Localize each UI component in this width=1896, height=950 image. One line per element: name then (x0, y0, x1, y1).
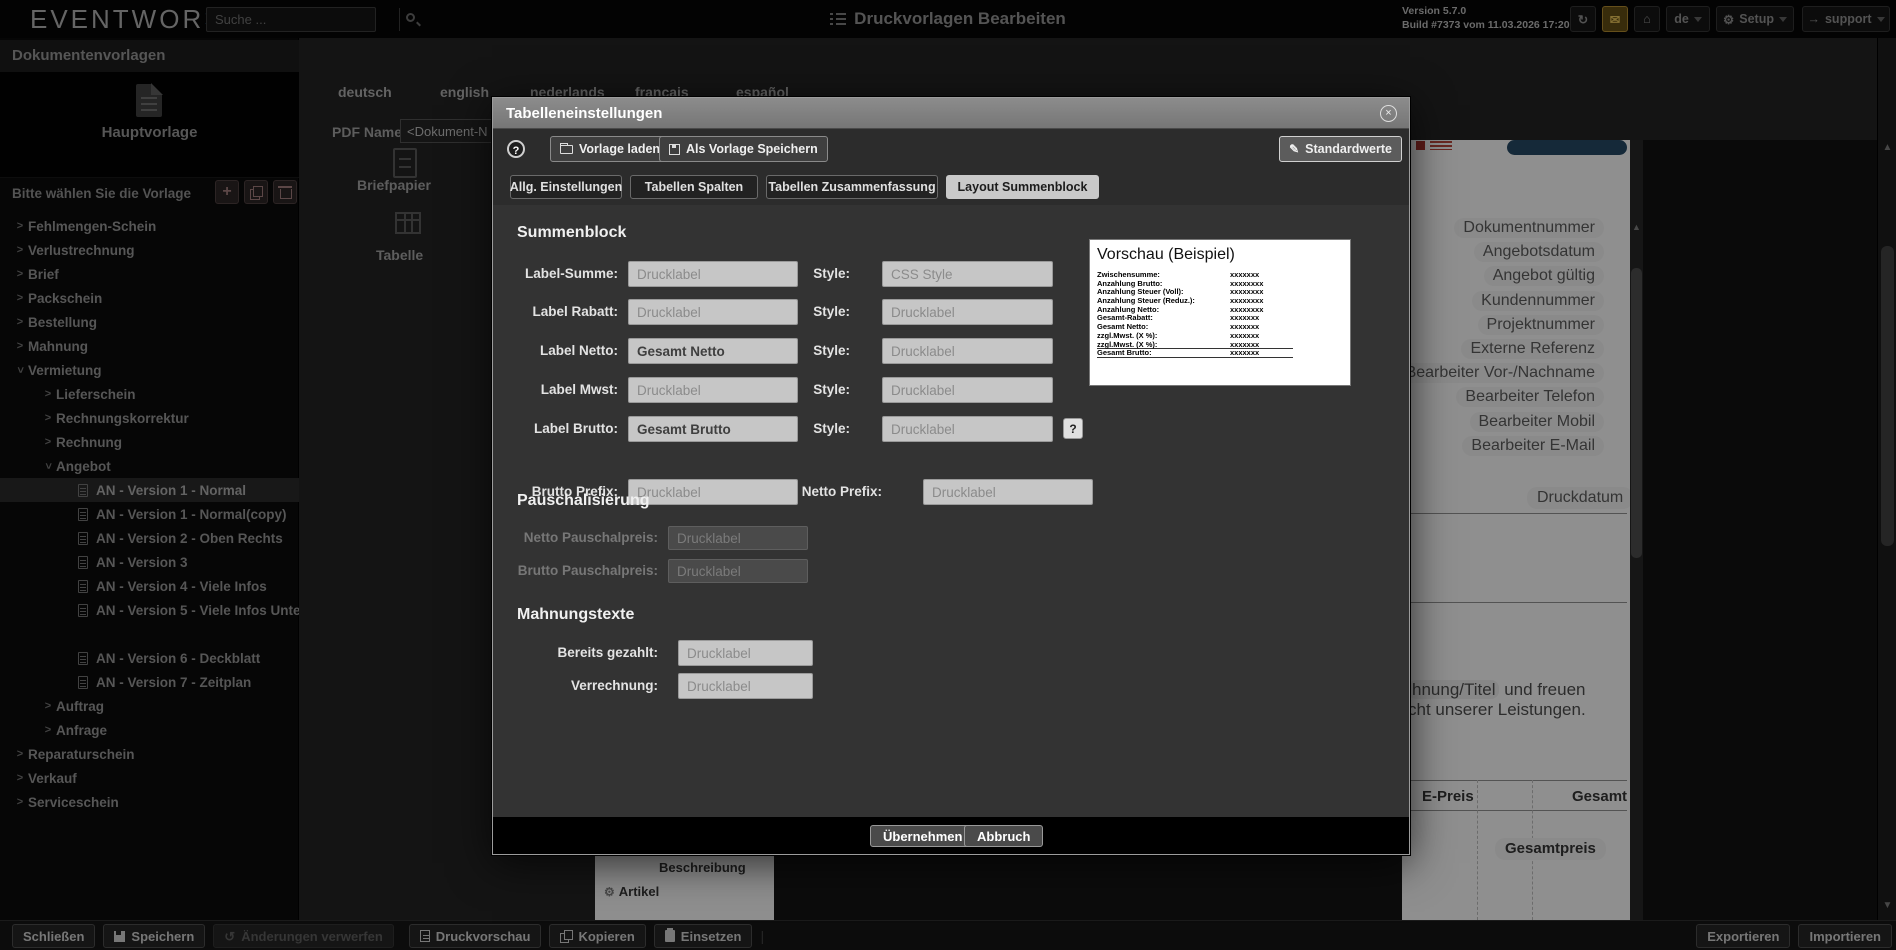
field-label: Verrechnung: (493, 678, 658, 693)
preview-row-label: Anzahlung Brutto: (1097, 279, 1162, 288)
label-rabatt-input[interactable] (628, 299, 798, 325)
preview-row-label: Gesamt Brutto: (1097, 348, 1152, 357)
preview-row-value: xxxxxxx (1230, 349, 1259, 358)
floppy-icon (669, 144, 680, 155)
brutto-prefix-input[interactable] (628, 479, 798, 505)
summenblock-heading: Summenblock (517, 224, 626, 242)
preview-row-label: Anzahlung Steuer (Reduz.): (1097, 296, 1195, 305)
style-input[interactable] (882, 299, 1053, 325)
netto-prefix-input[interactable] (923, 479, 1093, 505)
preview-row: Gesamt Brutto: xxxxxxx (1097, 349, 1293, 358)
app-root: EVENTWOR× Druckvorlagen Bearbeiten Versi… (0, 0, 1896, 950)
field-label: Label Netto: (493, 343, 618, 358)
label-brutto-input[interactable] (628, 416, 798, 442)
style-label: Style: (793, 266, 850, 281)
preview-row-label: Anzahlung Netto: (1097, 305, 1159, 314)
verrechnung-input[interactable] (678, 673, 813, 699)
style-help-button[interactable]: ? (1063, 418, 1083, 439)
preview-row-label: zzgl.Mwst. (X %): (1097, 340, 1157, 349)
summenblock-preview: Vorschau (Beispiel) Zwischensumme: xxxxxx… (1089, 239, 1351, 386)
tab-layout-summenblock[interactable]: Layout Summenblock (946, 175, 1099, 199)
folder-open-icon (560, 145, 573, 154)
label-netto-input[interactable] (628, 338, 798, 364)
brush-icon: ✎ (1289, 142, 1299, 156)
tab-tabellen-spalten[interactable]: Tabellen Spalten (630, 175, 758, 199)
preview-row-label: Gesamt-Rabatt: (1097, 313, 1153, 322)
bereits-gezahlt-input[interactable] (678, 640, 813, 666)
field-label: Label-Summe: (493, 266, 618, 281)
brutto-pauschalpreis-input (668, 559, 808, 583)
tab-tabellen-zusammenfassung[interactable]: Tabellen Zusammenfassung (766, 175, 938, 199)
preview-row-label: Zwischensumme: (1097, 270, 1160, 279)
pauschalisierung-heading: Pauschalisierung (517, 492, 650, 510)
preview-row-label: zzgl.Mwst. (X %): (1097, 331, 1157, 340)
preview-row-label: Gesamt Netto: (1097, 322, 1148, 331)
style-input[interactable] (882, 261, 1053, 287)
label-summe-input[interactable] (628, 261, 798, 287)
preview-title: Vorschau (Beispiel) (1097, 246, 1235, 264)
style-input[interactable] (882, 377, 1053, 403)
tab-allg-einstellungen[interactable]: Allg. Einstellungen (510, 175, 622, 199)
field-label-disabled: Brutto Pauschalpreis: (493, 563, 658, 578)
abbruch-button[interactable]: Abbruch (964, 825, 1043, 847)
style-input[interactable] (882, 416, 1053, 442)
dialog-titlebar[interactable]: Tabelleneinstellungen × (493, 98, 1409, 129)
field-label: Label Rabatt: (493, 304, 618, 319)
help-icon[interactable]: ? (507, 140, 525, 158)
field-label: Label Brutto: (493, 421, 618, 436)
style-input[interactable] (882, 338, 1053, 364)
mahnungstexte-heading: Mahnungstexte (517, 606, 634, 624)
vorlage-laden-label: Vorlage laden... (579, 142, 670, 156)
preview-rows: Zwischensumme:xxxxxxxAnzahlung Brutto:xx… (1097, 271, 1293, 358)
dialog-title: Tabelleneinstellungen (506, 98, 662, 129)
als-vorlage-speichern-button[interactable]: Als Vorlage Speichern (659, 136, 828, 162)
label-mwst-input[interactable] (628, 377, 798, 403)
dialog-footer: Übernehmen Abbruch (493, 817, 1409, 854)
als-vorlage-speichern-label: Als Vorlage Speichern (686, 142, 818, 156)
tabelleneinstellungen-dialog: Tabelleneinstellungen × ? Vorlage laden.… (492, 97, 1410, 855)
field-label-disabled: Netto Pauschalpreis: (493, 530, 658, 545)
standardwerte-label: Standardwerte (1305, 142, 1392, 156)
field-label: Label Mwst: (493, 382, 618, 397)
style-label: Style: (793, 382, 850, 397)
standardwerte-button[interactable]: ✎ Standardwerte (1279, 136, 1402, 162)
preview-row-label: Anzahlung Steuer (Voll): (1097, 287, 1184, 296)
style-label: Style: (793, 343, 850, 358)
netto-prefix-label: Netto Prefix: (793, 484, 882, 499)
field-label: Bereits gezahlt: (493, 645, 658, 660)
close-icon[interactable]: × (1380, 105, 1397, 122)
style-label: Style: (793, 304, 850, 319)
uebernehmen-button[interactable]: Übernehmen (870, 825, 975, 847)
netto-pauschalpreis-input (668, 526, 808, 550)
style-label: Style: (793, 421, 850, 436)
